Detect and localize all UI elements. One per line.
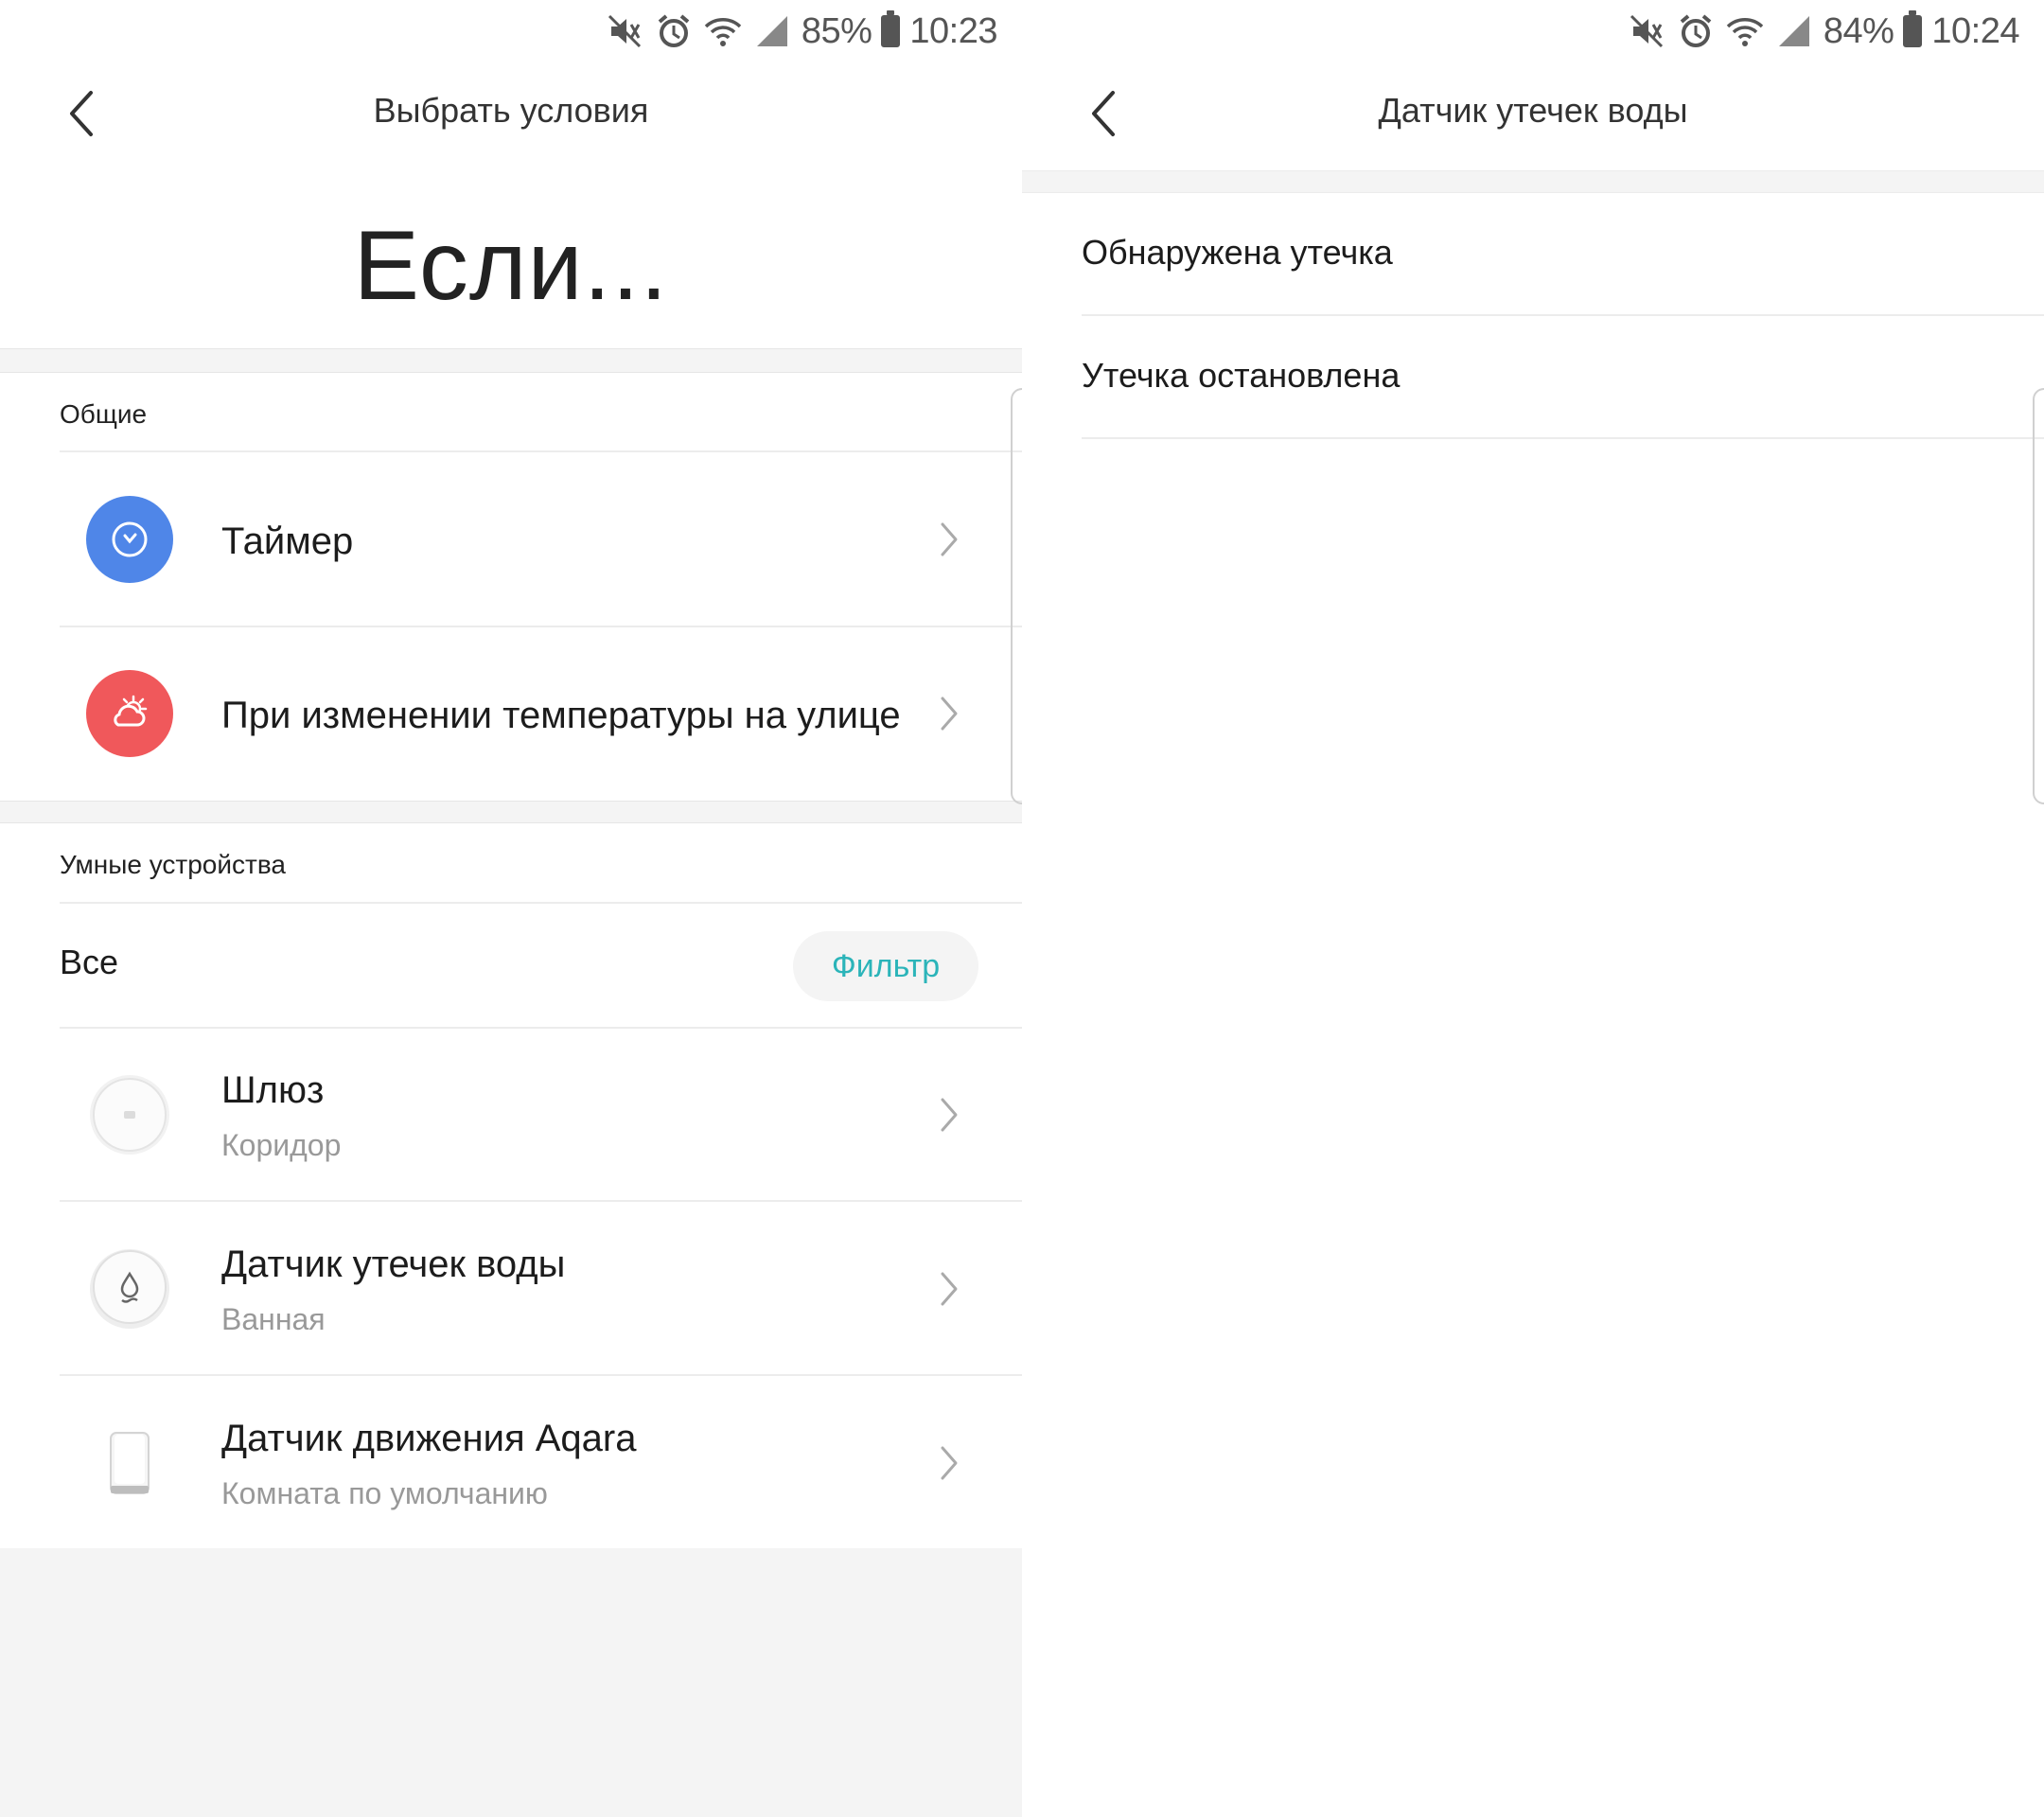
battery-percent: 84%: [1823, 10, 1894, 51]
row-label: Таймер: [221, 520, 354, 562]
status-icons: 84% 10:24: [1627, 8, 2019, 55]
clock-time: 10:23: [909, 10, 997, 51]
edge-panel-handle[interactable]: [2033, 388, 2044, 804]
status-icons: 85% 10:23: [605, 8, 997, 55]
option-label: Обнаружена утечка: [1082, 233, 1393, 272]
section-gap: [1022, 170, 2044, 193]
gateway-icon: [86, 1071, 173, 1158]
nav-bar: Датчик утечек воды: [1022, 62, 2044, 172]
battery-icon: [1903, 10, 1923, 47]
option-leak-detected[interactable]: Обнаружена утечка: [1082, 193, 2044, 316]
device-row-water-sensor[interactable]: Датчик утечек воды Ванная: [0, 1202, 1022, 1376]
device-row-gateway[interactable]: Шлюз Коридор: [0, 1028, 1022, 1202]
left-screen: 85% 10:23 Выбрать условия Если... Общие …: [0, 0, 1022, 1817]
chevron-right-icon: [937, 519, 963, 560]
bottom-empty-area: [0, 1548, 1022, 1817]
wifi-icon: [1725, 11, 1765, 51]
wifi-icon: [703, 11, 743, 51]
device-name: Датчик утечек воды: [221, 1244, 566, 1285]
clock-icon: [86, 496, 173, 583]
page-title: Выбрать условия: [373, 91, 649, 130]
mute-icon: [605, 11, 644, 51]
device-room: Комната по умолчанию: [221, 1476, 548, 1510]
chevron-right-icon: [937, 693, 963, 734]
section-gap: [0, 801, 1022, 823]
chevron-right-icon: [937, 1268, 963, 1310]
filter-label-all: Все: [60, 943, 119, 981]
filter-row: Все Фильтр: [0, 905, 1022, 1028]
nav-bar: Выбрать условия: [0, 62, 1022, 172]
status-bar: 85% 10:23: [0, 0, 1022, 62]
weather-icon: [86, 670, 173, 757]
alarm-icon: [654, 11, 694, 51]
divider: [60, 902, 1022, 904]
device-row-motion-sensor[interactable]: Датчик движения Aqara Комната по умолчан…: [0, 1376, 1022, 1550]
device-room: Коридор: [221, 1128, 342, 1162]
condition-row-timer[interactable]: Таймер: [0, 452, 1022, 626]
page-title: Датчик утечек воды: [1378, 91, 1688, 130]
device-name: Шлюз: [221, 1069, 325, 1111]
alarm-icon: [1676, 11, 1716, 51]
condition-row-weather[interactable]: При изменении температуры на улице: [0, 626, 1022, 801]
hero-heading: Если...: [353, 211, 669, 321]
section-header-smart: Умные устройства: [60, 850, 286, 879]
battery-percent: 85%: [801, 10, 872, 51]
section-header-general: Общие: [60, 399, 148, 429]
water-drop-icon: [86, 1245, 173, 1332]
option-leak-stopped[interactable]: Утечка остановлена: [1082, 316, 2044, 439]
section-gap: [0, 348, 1022, 373]
motion-sensor-icon: [86, 1420, 173, 1507]
chevron-right-icon: [937, 1094, 963, 1136]
device-name: Датчик движения Aqara: [221, 1418, 637, 1459]
device-room: Ванная: [221, 1302, 326, 1336]
mute-icon: [1627, 11, 1666, 51]
signal-icon: [1774, 11, 1814, 51]
battery-icon: [881, 10, 901, 47]
row-label: При изменении температуры на улице: [221, 695, 901, 736]
clock-time: 10:24: [1931, 10, 2019, 51]
chevron-right-icon: [937, 1442, 963, 1484]
signal-icon: [752, 11, 792, 51]
filter-button[interactable]: Фильтр: [793, 931, 978, 1001]
status-bar: 84% 10:24: [1022, 0, 2044, 62]
edge-panel-handle[interactable]: [1011, 388, 1022, 804]
option-label: Утечка остановлена: [1082, 356, 1401, 395]
right-screen: 84% 10:24 Датчик утечек воды Обнаружена …: [1022, 0, 2044, 1817]
